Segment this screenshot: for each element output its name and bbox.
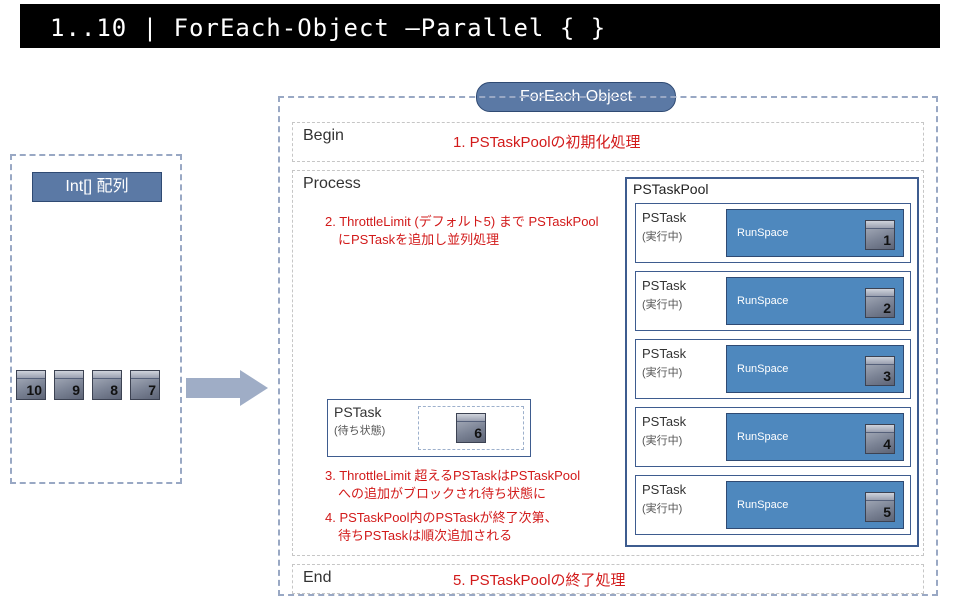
running-cube: 2	[865, 288, 895, 318]
runspace-label: RunSpace	[737, 227, 788, 239]
array-cube: 7	[130, 370, 160, 400]
running-cube: 1	[865, 220, 895, 250]
runspace-box: RunSpace 3	[726, 345, 904, 393]
code-bar: 1..10 | ForEach-Object –Parallel { }	[20, 4, 940, 48]
note-5: 5. PSTaskPoolの終了処理	[453, 569, 626, 590]
pstaskpool-box: PSTaskPool PSTask (実行中) RunSpace 1 PSTas…	[625, 177, 919, 547]
runspace-label: RunSpace	[737, 499, 788, 511]
runspace-box: RunSpace 5	[726, 481, 904, 529]
phase-process-title: Process	[303, 175, 361, 193]
note-2-line2: にPSTaskを追加し並列処理	[325, 232, 499, 247]
runspace-box: RunSpace 1	[726, 209, 904, 257]
pstask-label: PSTask	[642, 414, 686, 429]
diagram-stage: Int[] 配列 10 9 8 7 ForEach-Object Begin 1…	[0, 48, 960, 605]
pstask-status: (実行中)	[642, 364, 682, 380]
pstask-status: (実行中)	[642, 432, 682, 448]
array-cube: 9	[54, 370, 84, 400]
int-array-label: Int[] 配列	[32, 172, 162, 202]
phase-begin-title: Begin	[303, 127, 344, 145]
pstask-waiting-slot: 6	[418, 406, 524, 450]
runspace-label: RunSpace	[737, 295, 788, 307]
note-3-line2: への追加がブロックされ待ち状態に	[325, 486, 546, 501]
runspace-box: RunSpace 2	[726, 277, 904, 325]
note-4-line2: 待ちPSTaskは順次追加される	[325, 528, 512, 543]
waiting-cube: 6	[456, 413, 486, 443]
pstask-waiting-label: PSTask	[334, 404, 381, 420]
array-cube: 10	[16, 370, 46, 400]
pstask-label: PSTask	[642, 482, 686, 497]
int-array-items: 10 9 8 7	[16, 370, 160, 400]
phase-end: End 5. PSTaskPoolの終了処理	[292, 564, 924, 594]
pstask-label: PSTask	[642, 346, 686, 361]
phase-end-title: End	[303, 569, 331, 587]
pstask-status: (実行中)	[642, 500, 682, 516]
note-2-line1: 2. ThrottleLimit (デフォルト5) まで PSTaskPool	[325, 214, 599, 229]
pstask-status: (実行中)	[642, 296, 682, 312]
running-cube: 5	[865, 492, 895, 522]
foreach-object-box: Begin 1. PSTaskPoolの初期化処理 Process 2. Thr…	[278, 96, 938, 596]
note-3-line1: 3. ThrottleLimit 超えるPSTaskはPSTaskPool	[325, 468, 580, 483]
array-cube: 8	[92, 370, 122, 400]
arrow-into-foreach	[186, 370, 270, 406]
pstask-label: PSTask	[642, 278, 686, 293]
runspace-label: RunSpace	[737, 363, 788, 375]
phase-process: Process 2. ThrottleLimit (デフォルト5) まで PST…	[292, 170, 924, 556]
pstask-running: PSTask (実行中) RunSpace 3	[635, 339, 911, 399]
pstask-running: PSTask (実行中) RunSpace 5	[635, 475, 911, 535]
pstask-waiting: PSTask (待ち状態) 6	[327, 399, 531, 457]
phase-begin: Begin 1. PSTaskPoolの初期化処理	[292, 122, 924, 162]
pstask-label: PSTask	[642, 210, 686, 225]
int-array-box	[10, 154, 182, 484]
note-1: 1. PSTaskPoolの初期化処理	[453, 131, 641, 152]
runspace-box: RunSpace 4	[726, 413, 904, 461]
note-3: 3. ThrottleLimit 超えるPSTaskはPSTaskPool への…	[325, 467, 580, 502]
running-cube: 4	[865, 424, 895, 454]
pstaskpool-title: PSTaskPool	[633, 181, 708, 197]
note-4: 4. PSTaskPool内のPSTaskが終了次第、 待ちPSTaskは順次追…	[325, 509, 558, 544]
pstask-running: PSTask (実行中) RunSpace 1	[635, 203, 911, 263]
pstask-running: PSTask (実行中) RunSpace 4	[635, 407, 911, 467]
note-2: 2. ThrottleLimit (デフォルト5) まで PSTaskPool …	[325, 213, 599, 248]
pstask-status: (実行中)	[642, 228, 682, 244]
pstask-running: PSTask (実行中) RunSpace 2	[635, 271, 911, 331]
runspace-label: RunSpace	[737, 431, 788, 443]
running-cube: 3	[865, 356, 895, 386]
pstask-waiting-status: (待ち状態)	[334, 422, 385, 438]
note-4-line1: 4. PSTaskPool内のPSTaskが終了次第、	[325, 510, 558, 525]
